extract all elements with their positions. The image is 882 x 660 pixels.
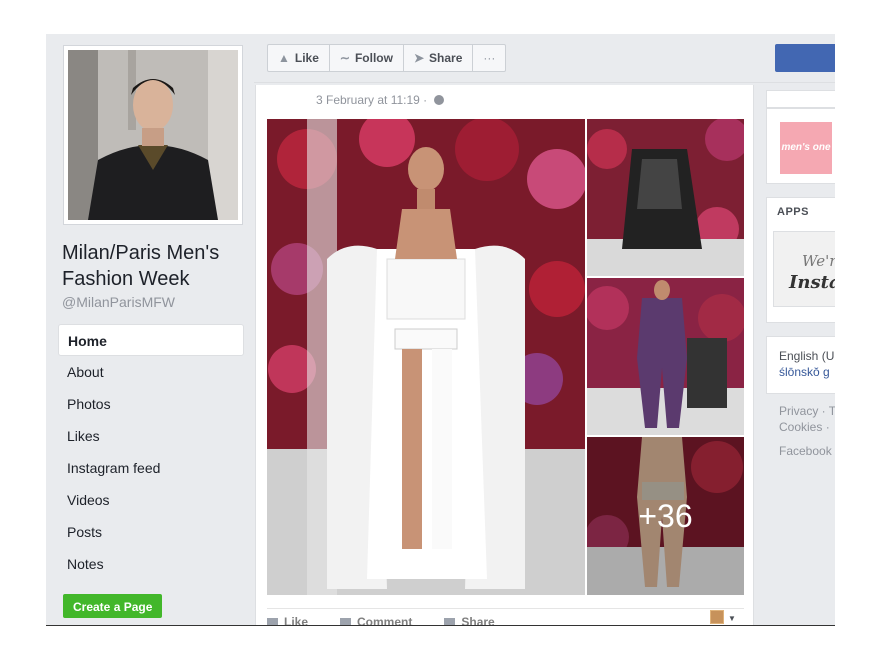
post-action-row: Like Comment Share (267, 608, 744, 626)
share-label: Share (429, 51, 463, 65)
rss-icon: ∼ (339, 51, 350, 65)
post-card: 3 February at 11:19 · +36 Like Comment S… (255, 85, 754, 626)
post-photo-main[interactable] (267, 119, 585, 595)
thumbs-up-icon: ▲ (278, 51, 290, 65)
post-photo-2[interactable] (587, 119, 744, 276)
nav-item-notes[interactable]: Notes (58, 548, 244, 580)
follow-button[interactable]: ∼ Follow (330, 45, 404, 71)
nav-item-photos[interactable]: Photos (58, 388, 244, 420)
nav-item-instagram-feed[interactable]: Instagram feed (58, 452, 244, 484)
primary-action-button[interactable] (775, 44, 835, 72)
more-options-button[interactable]: ··· (473, 45, 505, 71)
app-tile-line1: We're (802, 252, 835, 270)
divider (254, 82, 835, 83)
post-share-label: Share (461, 615, 495, 626)
page-handle[interactable]: @MilanParisMFW (62, 294, 175, 310)
page-nav: Home About Photos Likes Instagram feed V… (58, 324, 244, 580)
apps-card: APPS We're Instag (766, 197, 835, 323)
language-card: English (U ślōnskŏ g (766, 336, 835, 394)
related-page-logo[interactable]: men's one (780, 122, 832, 174)
page-action-bar: ▲ Like ∼ Follow ➤ Share ··· (267, 44, 507, 72)
more-photos-count[interactable]: +36 (587, 437, 744, 595)
follow-label: Follow (354, 51, 393, 65)
facebook-page-frame: Milan/Paris Men's Fashion Week @MilanPar… (46, 34, 835, 626)
profile-picture[interactable] (63, 45, 243, 225)
like-label: Like (294, 51, 319, 65)
share-page-button[interactable]: ➤ Share (404, 45, 474, 71)
share-arrow-icon (444, 617, 456, 625)
nav-item-posts[interactable]: Posts (58, 516, 244, 548)
like-page-button[interactable]: ▲ Like (268, 45, 330, 71)
post-photo-4[interactable]: +36 (587, 437, 744, 595)
thumbs-up-icon (267, 617, 278, 625)
share-arrow-icon: ➤ (413, 51, 425, 65)
nav-item-videos[interactable]: Videos (58, 484, 244, 516)
comment-icon (340, 617, 352, 625)
reactor-avatar[interactable] (710, 610, 724, 624)
nav-item-home[interactable]: Home (58, 324, 244, 356)
footer-privacy-link[interactable]: Privacy · Te (779, 404, 835, 418)
current-language: English (U (779, 349, 835, 363)
post-like-button[interactable]: Like (267, 609, 309, 626)
post-timestamp[interactable]: 3 February at 11:19 · (316, 93, 427, 107)
left-column: Milan/Paris Men's Fashion Week @MilanPar… (46, 34, 254, 625)
nav-item-about[interactable]: About (58, 356, 244, 388)
right-card-top (766, 90, 835, 108)
page-title[interactable]: Milan/Paris Men's Fashion Week (62, 240, 252, 292)
post-comment-button[interactable]: Comment (340, 609, 413, 626)
post-timestamp-row: 3 February at 11:19 · (316, 93, 444, 107)
post-share-button[interactable]: Share (444, 609, 495, 626)
app-tile-line2: Instag (789, 272, 835, 293)
footer-facebook-link[interactable]: Facebook (779, 444, 832, 458)
globe-icon (433, 95, 444, 105)
language-link[interactable]: ślōnskŏ g (779, 365, 830, 379)
footer-cookies-link[interactable]: Cookies · (779, 420, 830, 434)
post-like-label: Like (284, 615, 309, 626)
post-photo-3[interactable] (587, 278, 744, 435)
nav-item-likes[interactable]: Likes (58, 420, 244, 452)
apps-heading: APPS (777, 206, 809, 218)
instagram-app-tile[interactable]: We're Instag (773, 231, 835, 307)
post-comment-label: Comment (357, 615, 413, 626)
chevron-down-icon[interactable]: ▼ (728, 614, 736, 623)
related-page-card: men's one (766, 108, 835, 184)
create-page-button[interactable]: Create a Page (63, 594, 163, 618)
